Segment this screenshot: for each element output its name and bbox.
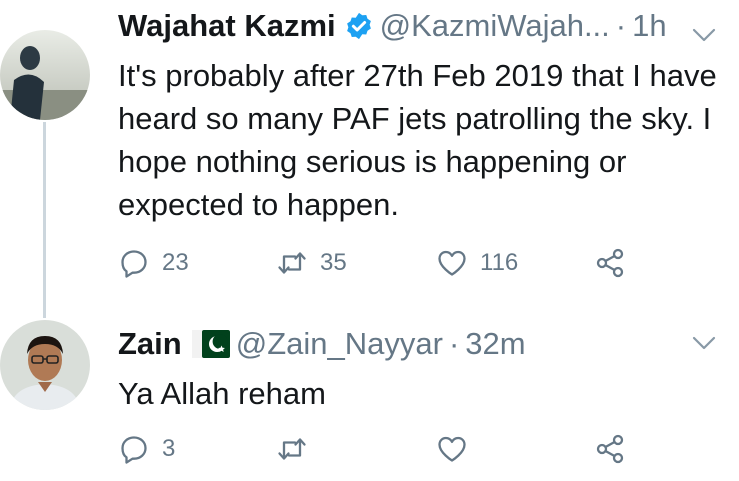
author-handle[interactable]: @KazmiWajah... xyxy=(380,8,610,44)
separator-dot: · xyxy=(448,326,460,361)
like-icon xyxy=(438,250,466,276)
tweet-header: Wajahat Kazmi @KazmiWajah... · 1h xyxy=(118,8,667,44)
pakistan-flag-icon xyxy=(191,330,230,358)
tweet-header: Zain @Zain_Nayyar · 32m xyxy=(118,326,526,362)
like-count: 116 xyxy=(480,249,519,276)
like-button[interactable]: 116 xyxy=(436,246,518,280)
retweet-button[interactable] xyxy=(276,432,320,466)
reply-button[interactable]: 3 xyxy=(118,432,175,466)
tweet-actions: 23 35 116 xyxy=(118,246,638,280)
reply-button[interactable]: 23 xyxy=(118,246,189,280)
tweet-text: Ya Allah reham xyxy=(118,376,326,411)
retweet-icon xyxy=(278,252,306,274)
separator-dot: · xyxy=(615,8,627,43)
avatar[interactable] xyxy=(0,30,90,120)
author-handle[interactable]: @Zain_Nayyar xyxy=(236,326,443,362)
chevron-down-icon[interactable] xyxy=(691,26,717,44)
author-name[interactable]: Wajahat Kazmi xyxy=(118,8,336,44)
timestamp[interactable]: 1h xyxy=(632,8,666,44)
tweet-text: It's probably after 27th Feb 2019 that I… xyxy=(118,58,717,222)
retweet-icon xyxy=(278,438,306,460)
author-name[interactable]: Zain xyxy=(118,326,182,362)
reply-icon xyxy=(121,436,147,464)
avatar[interactable] xyxy=(0,320,90,410)
timestamp[interactable]: 32m xyxy=(465,326,525,362)
retweet-button[interactable]: 35 xyxy=(276,246,347,280)
share-button[interactable] xyxy=(594,432,626,466)
avatar-image xyxy=(0,320,90,410)
reply-icon xyxy=(121,250,147,278)
verified-badge-icon xyxy=(346,12,371,40)
tweet[interactable]: Zain @Zain_Nayyar · 32m Ya Allah reham 3 xyxy=(0,310,739,481)
chevron-down-icon[interactable] xyxy=(691,334,717,352)
avatar-image xyxy=(0,30,90,120)
like-icon xyxy=(438,436,466,462)
reply-count: 3 xyxy=(162,435,176,462)
tweet-actions: 3 xyxy=(118,432,638,466)
like-button[interactable] xyxy=(436,432,480,466)
tweet[interactable]: Wajahat Kazmi @KazmiWajah... · 1h It's p… xyxy=(0,0,739,300)
share-icon xyxy=(596,434,624,464)
retweet-count: 35 xyxy=(320,249,347,276)
share-icon xyxy=(596,248,624,278)
reply-count: 23 xyxy=(162,249,189,276)
share-button[interactable] xyxy=(594,246,626,280)
